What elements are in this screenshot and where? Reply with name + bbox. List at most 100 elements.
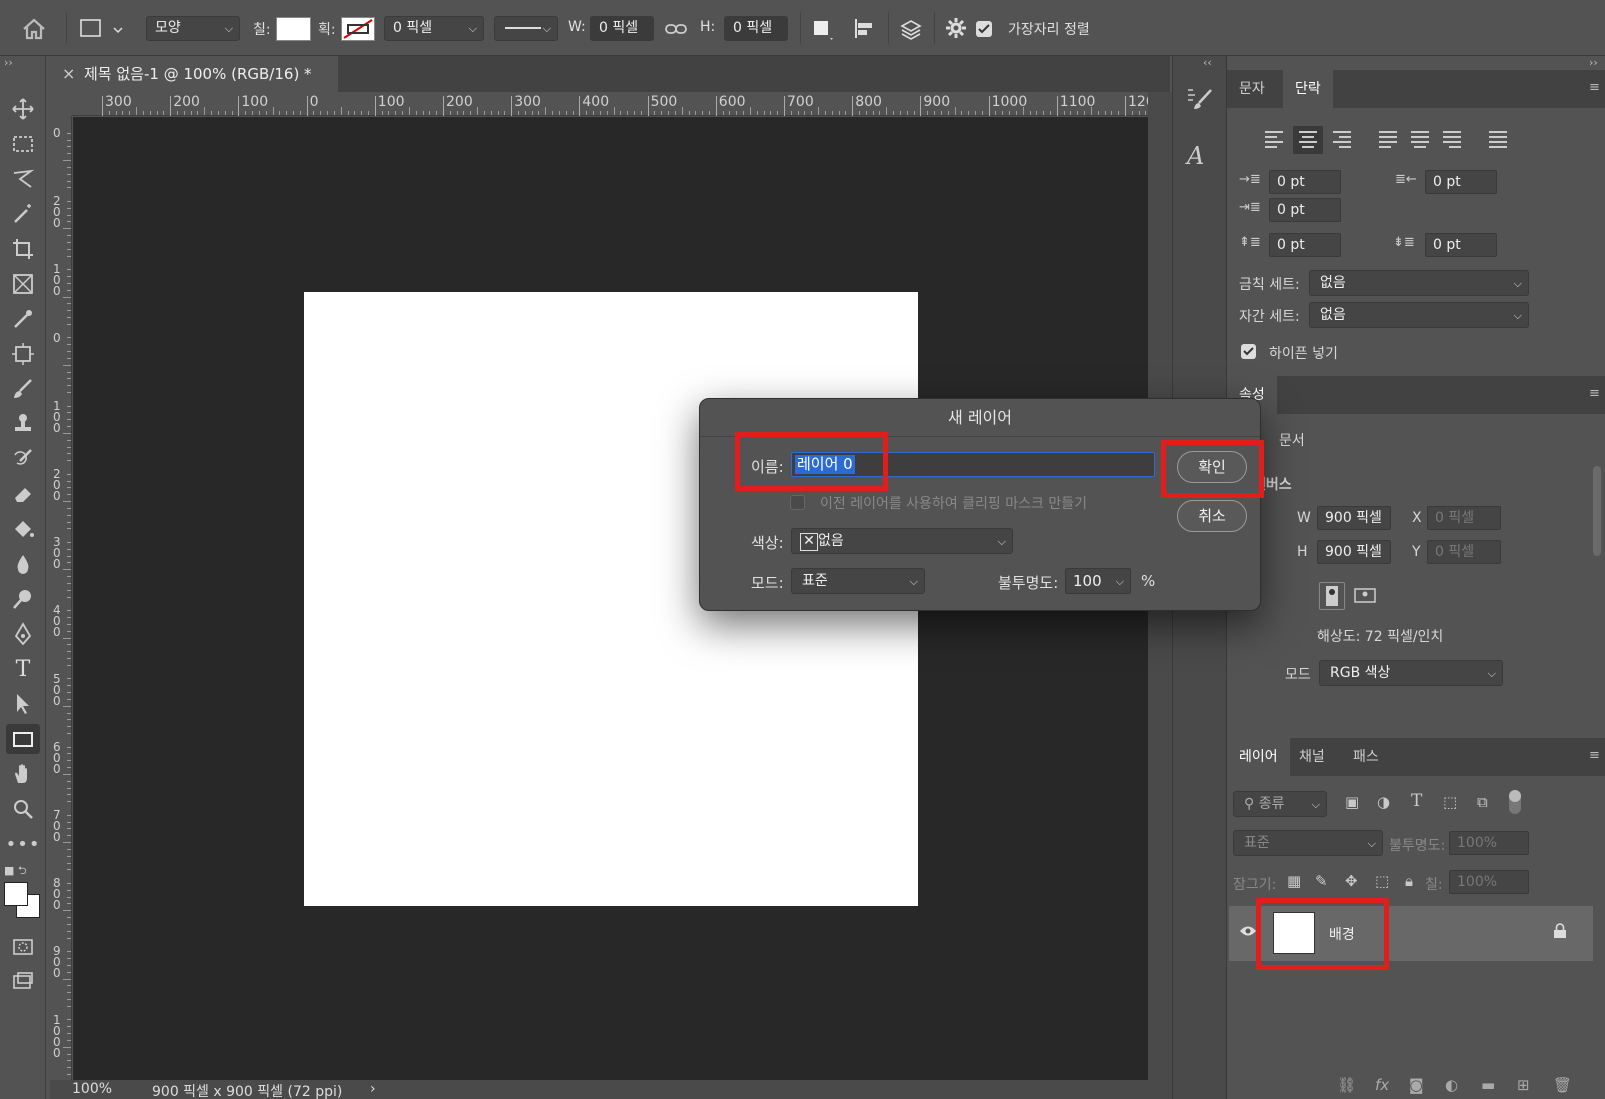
layer-lock-icon[interactable] bbox=[1553, 923, 1567, 943]
kinsoku-select[interactable]: 없음 ⌵ bbox=[1309, 270, 1529, 296]
expand-panels-icon[interactable]: ›› bbox=[1589, 56, 1598, 69]
lock-artboard-icon[interactable]: ⬚ bbox=[1375, 872, 1389, 890]
lock-position-icon[interactable]: ✥ bbox=[1345, 872, 1358, 890]
collapse-panels-icon[interactable]: ‹‹ bbox=[1203, 56, 1212, 69]
home-icon[interactable] bbox=[20, 16, 48, 42]
width-input[interactable]: 0 픽셀 bbox=[590, 16, 654, 41]
blur-tool-icon[interactable] bbox=[6, 549, 40, 579]
dodge-tool-icon[interactable] bbox=[6, 584, 40, 614]
landscape-orientation-button[interactable] bbox=[1353, 582, 1379, 610]
paint-bucket-tool-icon[interactable] bbox=[6, 514, 40, 544]
hand-tool-icon[interactable] bbox=[6, 759, 40, 789]
stroke-type-select[interactable]: ⌵ bbox=[494, 16, 558, 41]
eye-icon[interactable] bbox=[1239, 924, 1257, 942]
rectangle-tool-icon[interactable] bbox=[6, 724, 40, 754]
zoom-tool-icon[interactable] bbox=[6, 794, 40, 824]
canvas-width-input[interactable]: 900 픽셀 bbox=[1317, 506, 1391, 530]
filter-type-icon[interactable]: T bbox=[1411, 791, 1422, 811]
more-tools-icon[interactable]: ••• bbox=[6, 829, 40, 859]
stamp-tool-icon[interactable] bbox=[6, 409, 40, 439]
panel-menu-icon[interactable]: ≡ bbox=[1589, 80, 1600, 95]
lasso-tool-icon[interactable] bbox=[6, 164, 40, 194]
tab-paths[interactable]: 패스 bbox=[1341, 738, 1391, 776]
delete-layer-icon[interactable]: 🗑︎ bbox=[1553, 1076, 1572, 1094]
zoom-level[interactable]: 100% bbox=[72, 1081, 112, 1097]
magic-wand-tool-icon[interactable] bbox=[6, 199, 40, 229]
layer-fx-icon[interactable]: fx bbox=[1375, 1076, 1389, 1094]
cancel-button[interactable]: 취소 bbox=[1177, 500, 1247, 532]
document-tab[interactable]: × 제목 없음-1 @ 100% (RGB/16) * bbox=[50, 56, 338, 92]
clip-mask-checkbox[interactable] bbox=[790, 495, 805, 510]
screen-mode-icon[interactable] bbox=[6, 966, 40, 996]
object-selection-tool-icon[interactable] bbox=[6, 339, 40, 369]
blend-mode-select[interactable]: 표준 ⌵ bbox=[791, 568, 925, 594]
glyphs-icon[interactable]: A bbox=[1187, 142, 1204, 170]
pen-tool-icon[interactable] bbox=[6, 619, 40, 649]
tab-character[interactable]: 문자 bbox=[1227, 70, 1277, 108]
layer-opacity-input[interactable]: 100% bbox=[1449, 831, 1529, 855]
quick-mask-icon[interactable] bbox=[6, 932, 40, 962]
path-arrangement-icon[interactable] bbox=[896, 14, 926, 48]
brush-tool-icon[interactable] bbox=[6, 374, 40, 404]
space-before-input[interactable]: 0 pt bbox=[1269, 233, 1341, 257]
path-alignment-icon[interactable] bbox=[852, 16, 878, 46]
stroke-width-input[interactable]: 0 픽셀 ⌵ bbox=[384, 16, 484, 41]
chevron-right-icon[interactable]: › bbox=[370, 1081, 376, 1097]
eyedropper-tool-icon[interactable] bbox=[6, 304, 40, 334]
layer-filter-select[interactable]: ⚲ 종류 ⌵ bbox=[1233, 791, 1327, 817]
close-tab-icon[interactable]: × bbox=[62, 56, 75, 92]
properties-scrollbar[interactable] bbox=[1593, 466, 1601, 556]
filter-pixel-icon[interactable]: ▣ bbox=[1345, 793, 1359, 811]
filter-shape-icon[interactable]: ⬚ bbox=[1443, 793, 1457, 811]
layer-blend-mode-select[interactable]: 표준 ⌵ bbox=[1233, 830, 1383, 856]
vertical-ruler[interactable]: 0 2 0 0 1 0 0 0 1 0 0 2 0 0 3 0 0 4 0 0 5 0 0 6 0… bbox=[50, 116, 72, 1096]
opacity-input[interactable]: 100 ⌵ bbox=[1065, 568, 1131, 594]
canvas-height-input[interactable]: 900 픽셀 bbox=[1317, 540, 1391, 564]
new-group-icon[interactable]: ▬ bbox=[1481, 1076, 1495, 1094]
shape-mode-select[interactable]: 모양 ⌵ bbox=[146, 16, 240, 41]
stroke-swatch[interactable] bbox=[341, 17, 375, 41]
eraser-tool-icon[interactable] bbox=[6, 479, 40, 509]
portrait-orientation-button[interactable] bbox=[1319, 582, 1345, 610]
horizontal-ruler[interactable]: 300 200 100 0 100 200 300 400 500 600 700 800 900 100… bbox=[72, 92, 1188, 116]
tab-layers[interactable]: 레이어 bbox=[1227, 738, 1290, 776]
align-edges-checkbox[interactable] bbox=[976, 21, 992, 37]
canvas-x-input[interactable]: 0 픽셀 bbox=[1427, 506, 1501, 530]
tab-channels[interactable]: 채널 bbox=[1287, 738, 1337, 776]
crop-tool-icon[interactable] bbox=[6, 234, 40, 264]
marquee-tool-icon[interactable] bbox=[6, 129, 40, 159]
indent-first-line-input[interactable]: 0 pt bbox=[1269, 198, 1341, 222]
new-adjustment-icon[interactable]: ◐ bbox=[1445, 1076, 1458, 1094]
move-tool-icon[interactable] bbox=[6, 94, 40, 124]
brush-settings-icon[interactable] bbox=[1185, 86, 1215, 118]
path-selection-tool-icon[interactable] bbox=[6, 689, 40, 719]
filter-toggle-switch[interactable] bbox=[1509, 790, 1521, 814]
hyphenate-checkbox[interactable] bbox=[1241, 344, 1256, 359]
link-icon[interactable] bbox=[664, 18, 688, 44]
foreground-color-swatch[interactable] bbox=[4, 882, 28, 906]
height-input[interactable]: 0 픽셀 bbox=[724, 16, 788, 41]
link-layers-icon[interactable]: ⛓︎ bbox=[1337, 1076, 1356, 1094]
frame-tool-icon[interactable] bbox=[6, 269, 40, 299]
canvas-y-input[interactable]: 0 픽셀 bbox=[1427, 540, 1501, 564]
swap-colors-icon[interactable]: ■ ⮌ bbox=[4, 862, 27, 881]
fill-swatch[interactable] bbox=[276, 17, 311, 41]
layer-color-select[interactable]: ✕ 없음 ⌵ bbox=[791, 528, 1013, 554]
lock-pixels-icon[interactable]: ✎ bbox=[1315, 872, 1328, 890]
tab-paragraph[interactable]: 단락 bbox=[1283, 70, 1333, 108]
filter-adjustment-icon[interactable]: ◑ bbox=[1377, 793, 1390, 811]
history-brush-tool-icon[interactable] bbox=[6, 444, 40, 474]
space-after-input[interactable]: 0 pt bbox=[1425, 233, 1497, 257]
tool-preset-picker[interactable] bbox=[78, 16, 128, 42]
add-mask-icon[interactable]: ◙ bbox=[1409, 1076, 1424, 1094]
collapse-toolbar-icon[interactable]: ›› bbox=[4, 56, 13, 69]
panel-menu-icon[interactable]: ≡ bbox=[1589, 748, 1600, 763]
indent-left-input[interactable]: 0 pt bbox=[1269, 170, 1341, 194]
filter-smart-object-icon[interactable]: ⧉ bbox=[1477, 793, 1488, 811]
lock-transparency-icon[interactable]: ▦ bbox=[1287, 872, 1301, 890]
layer-fill-input[interactable]: 100% bbox=[1449, 870, 1529, 894]
mojikumi-select[interactable]: 없음 ⌵ bbox=[1309, 302, 1529, 328]
indent-right-input[interactable]: 0 pt bbox=[1425, 170, 1497, 194]
gear-icon[interactable] bbox=[944, 16, 968, 44]
new-layer-icon[interactable]: ⊞ bbox=[1517, 1076, 1530, 1094]
